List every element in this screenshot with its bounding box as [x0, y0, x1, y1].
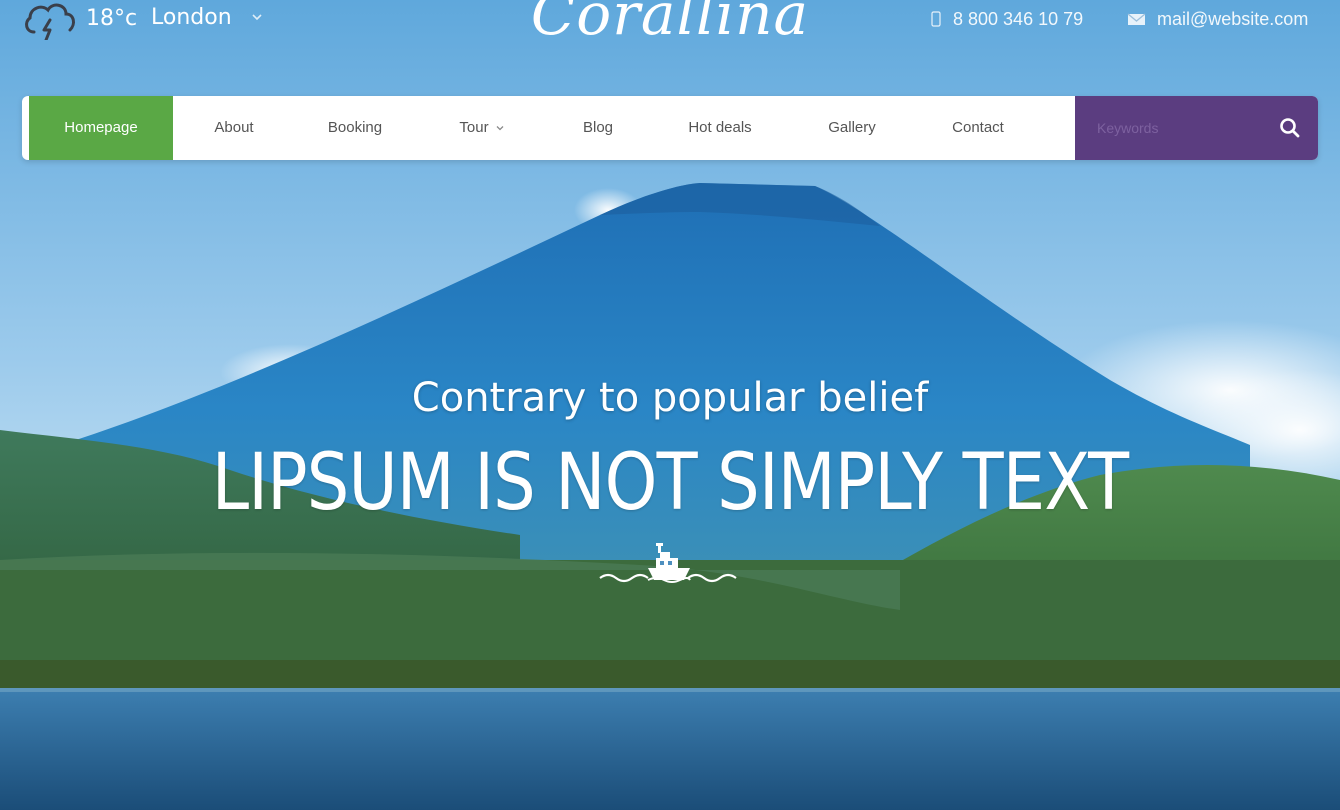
email-link[interactable]: mail@website.com [1157, 8, 1308, 30]
hero-title: LIPSUM IS NOT SIMPLY TEXT [211, 438, 1129, 528]
chevron-down-icon[interactable] [250, 10, 264, 24]
search-icon[interactable] [1278, 116, 1302, 140]
boat-icon [599, 543, 737, 583]
nav-item-tour[interactable]: Tour [432, 96, 532, 160]
site-logo[interactable]: Corallina [520, 0, 820, 50]
nav-item-about[interactable]: About [184, 96, 284, 160]
temperature: 18°c [86, 6, 138, 31]
phone-number: 8 800 346 10 79 [953, 9, 1084, 29]
top-bar: 18°c London Corallina 8 800 346 10 79 ma… [0, 0, 1340, 48]
phone-icon [931, 11, 941, 27]
nav-item-tour-label: Tour [459, 119, 489, 136]
nav-item-booking[interactable]: Booking [305, 96, 405, 160]
nav-item-contact[interactable]: Contact [928, 96, 1028, 160]
city-selector[interactable]: London [151, 5, 232, 31]
chevron-down-icon [496, 126, 504, 131]
search-box [1075, 96, 1318, 160]
cloud-lightning-icon [25, 3, 75, 40]
nav-item-homepage[interactable]: Homepage [29, 96, 173, 160]
search-input[interactable] [1075, 96, 1275, 160]
nav-item-gallery[interactable]: Gallery [802, 96, 902, 160]
hero-subtitle: Contrary to popular belief [411, 375, 929, 421]
main-navigation: Homepage About Booking Tour Blog Hot dea… [22, 96, 1318, 160]
nav-item-hot-deals[interactable]: Hot deals [670, 96, 770, 160]
mail-icon [1127, 13, 1146, 25]
nav-item-blog[interactable]: Blog [548, 96, 648, 160]
